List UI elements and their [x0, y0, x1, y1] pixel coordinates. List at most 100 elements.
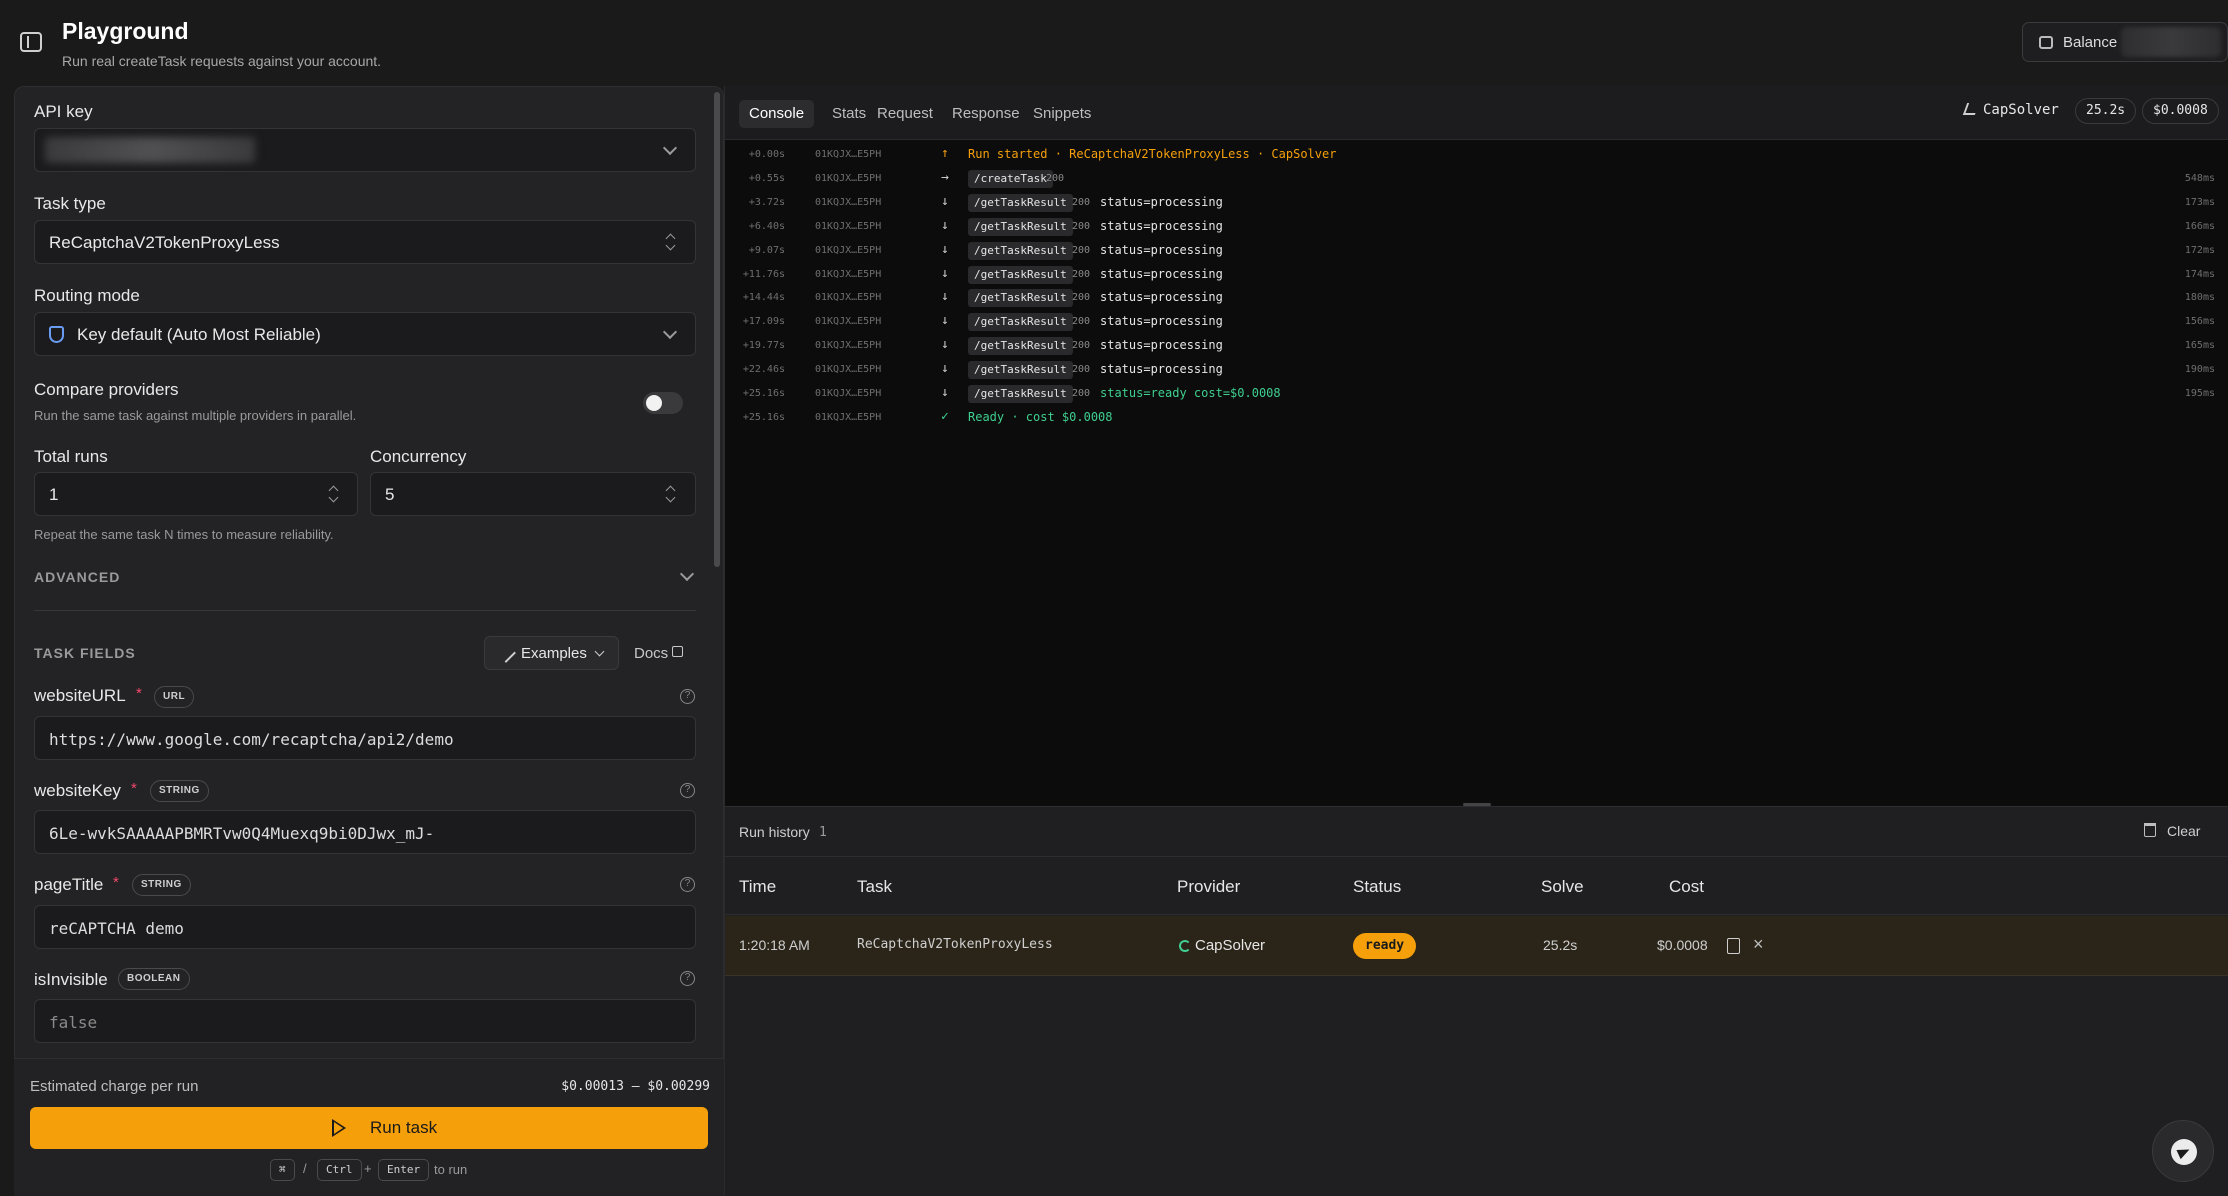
- config-scrollbar[interactable]: [714, 92, 720, 567]
- log-latency: 190ms: [2184, 364, 2215, 376]
- console-line: +0.00s 01KQJX…E5PH ↑ Run started · ReCaptch…: [725, 145, 2228, 167]
- api-key-select[interactable]: [34, 128, 696, 172]
- kbd-sep: /: [303, 1161, 307, 1176]
- console-line: +9.07s 01KQJX…E5PH ↓ /getTaskResult 200 statu…: [725, 241, 2228, 263]
- help-icon[interactable]: ?: [680, 877, 695, 892]
- log-status: status=processing: [1100, 266, 1223, 281]
- log-http-code: 200: [1072, 268, 1091, 280]
- column-header: Task: [857, 877, 892, 896]
- advanced-toggle[interactable]: ADVANCED: [34, 569, 120, 585]
- kbd-ctrl: Ctrl: [317, 1159, 362, 1181]
- concurrency-label: Concurrency: [370, 447, 467, 466]
- clear-history-button[interactable]: Clear: [2167, 823, 2200, 839]
- column-header: Provider: [1177, 877, 1241, 896]
- table-row[interactable]: 1:20:18 AM ReCaptchaV2TokenProxyLess Cap…: [725, 916, 2228, 976]
- tab-request[interactable]: Request: [867, 100, 943, 128]
- log-task-id: 01KQJX…E5PH: [815, 268, 882, 280]
- api-key-redacted: [45, 137, 255, 163]
- help-icon[interactable]: ?: [680, 689, 695, 704]
- type-badge: STRING: [132, 874, 191, 896]
- results-panel: Console Stats Request Response Snippets …: [724, 86, 2228, 1196]
- kbd-sep: +: [364, 1161, 372, 1176]
- log-timestamp: +25.16s: [742, 388, 785, 399]
- log-task-id: 01KQJX…E5PH: [815, 220, 882, 232]
- close-icon[interactable]: ×: [1753, 934, 1764, 955]
- console-line: +22.46s 01KQJX…E5PH ↓ /getTaskResult 200 stat…: [725, 360, 2228, 382]
- run-task-button[interactable]: Run task: [30, 1107, 708, 1149]
- results-tabbar: Console Stats Request Response Snippets …: [725, 86, 2228, 140]
- log-status: status=processing: [1100, 194, 1223, 209]
- log-status: status=processing: [1100, 242, 1223, 257]
- console-line: +14.44s 01KQJX…E5PH ↓ /getTaskResult 200 stat…: [725, 288, 2228, 310]
- is-invisible-input[interactable]: false: [34, 999, 696, 1043]
- log-endpoint: /getTaskResult: [968, 241, 1073, 260]
- tab-response[interactable]: Response: [942, 100, 1030, 128]
- kbd-cmd: ⌘: [270, 1159, 295, 1181]
- routing-mode-select[interactable]: Key default (Auto Most Reliable): [34, 312, 696, 356]
- help-icon[interactable]: ?: [680, 971, 695, 986]
- play-icon: [332, 1119, 346, 1137]
- log-timestamp: +9.07s: [748, 244, 785, 256]
- type-badge: STRING: [150, 780, 209, 802]
- field-label: websiteKey: [34, 781, 121, 800]
- log-status: status=processing: [1100, 218, 1223, 233]
- log-http-code: 200: [1072, 364, 1091, 376]
- log-endpoint: /getTaskResult: [968, 385, 1073, 403]
- external-link-icon[interactable]: [672, 646, 683, 657]
- log-endpoint: /getTaskResult: [968, 361, 1073, 380]
- cell-cost: $0.0008: [1657, 937, 1708, 953]
- tab-snippets[interactable]: Snippets: [1023, 100, 1101, 128]
- console-line: +6.40s 01KQJX…E5PH ↓ /getTaskResult 200 statu…: [725, 217, 2228, 239]
- stepper-icon[interactable]: [664, 484, 676, 504]
- required-mark: *: [113, 874, 119, 891]
- concurrency-stepper[interactable]: 5: [370, 472, 696, 516]
- tab-console[interactable]: Console: [739, 100, 815, 128]
- updown-chevron-icon: [664, 232, 676, 252]
- shield-icon: [49, 326, 64, 343]
- routing-mode-value: Key default (Auto Most Reliable): [77, 325, 321, 344]
- log-endpoint: /getTaskResult: [968, 265, 1073, 284]
- cell-solve: 25.2s: [1543, 937, 1578, 953]
- log-direction-icon: →: [941, 169, 949, 185]
- console-line: +25.16s 01KQJX…E5PH ✓ Ready · cost $0.0008: [725, 408, 2228, 430]
- document-icon[interactable]: [1727, 938, 1740, 954]
- log-http-code: 200: [1072, 196, 1091, 208]
- type-badge: BOOLEAN: [118, 968, 190, 990]
- website-key-input[interactable]: 6Le-wvkSAAAAAPBMRTvw0Q4Muexq9bi0DJwx_mJ-: [34, 810, 696, 854]
- compare-providers-toggle[interactable]: [643, 392, 683, 414]
- cell-time: 1:20:18 AM: [739, 937, 810, 953]
- task-type-label: Task type: [34, 194, 106, 213]
- help-icon[interactable]: ?: [680, 783, 695, 798]
- page-title-input[interactable]: reCAPTCHA demo: [34, 905, 696, 949]
- summary-provider: CapSolver: [1983, 102, 2059, 118]
- provider-status-icon: [1179, 940, 1191, 952]
- column-header: Time: [739, 877, 777, 896]
- field-label: pageTitle: [34, 875, 104, 894]
- docs-link[interactable]: Docs: [634, 645, 668, 662]
- section-divider: [34, 610, 696, 611]
- chevron-down-icon: [594, 646, 605, 657]
- balance-button[interactable]: Balance: [2022, 22, 2228, 62]
- log-endpoint: /getTaskResult: [968, 193, 1073, 212]
- log-timestamp: +0.00s: [748, 149, 785, 160]
- console-line: +0.55s 01KQJX…E5PH → /createTask 200 548ms: [725, 169, 2228, 191]
- total-runs-stepper[interactable]: 1: [34, 472, 358, 516]
- examples-button[interactable]: Examples: [484, 636, 619, 670]
- stepper-icon[interactable]: [327, 484, 339, 504]
- log-direction-icon: ↓: [941, 337, 949, 353]
- sidebar-toggle-icon[interactable]: [20, 32, 42, 52]
- website-url-input[interactable]: https://www.google.com/recaptcha/api2/de…: [34, 716, 696, 760]
- log-status: status=processing: [1100, 338, 1223, 353]
- log-timestamp: +17.09s: [742, 316, 785, 328]
- log-status: status=processing: [1100, 314, 1223, 329]
- chat-button[interactable]: [2152, 1120, 2214, 1182]
- trash-icon[interactable]: [2144, 823, 2156, 837]
- log-http-code: 200: [1072, 220, 1091, 232]
- summary-duration: 25.2s: [2075, 98, 2137, 124]
- log-timestamp: +6.40s: [748, 220, 785, 232]
- log-http-code: 200: [1046, 172, 1065, 184]
- website-key-value: 6Le-wvkSAAAAAPBMRTvw0Q4Muexq9bi0DJwx_mJ-: [49, 824, 435, 843]
- log-direction-icon: ✓: [941, 408, 949, 424]
- log-message: Ready · cost $0.0008: [968, 409, 1113, 424]
- task-type-select[interactable]: ReCaptchaV2TokenProxyLess: [34, 220, 696, 264]
